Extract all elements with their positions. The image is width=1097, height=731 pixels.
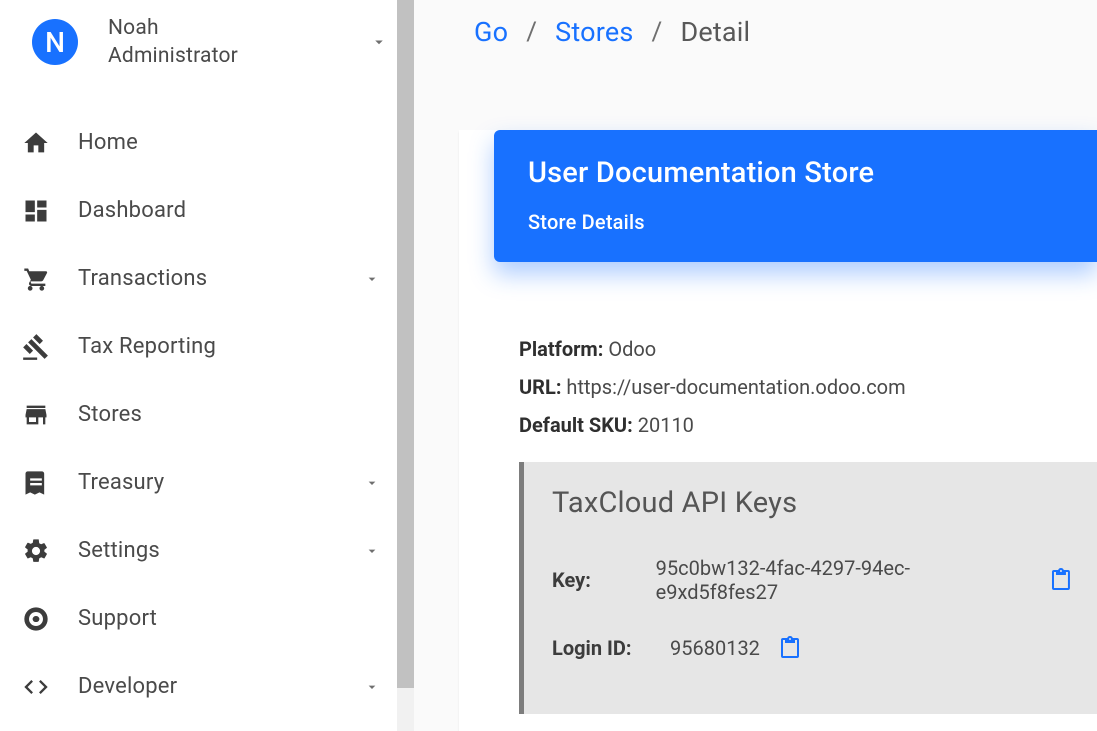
sidebar-item-label: Settings <box>78 538 364 563</box>
sidebar-item-tax-reporting[interactable]: Tax Reporting <box>0 313 414 381</box>
breadcrumb: Go / Stores / Detail <box>414 0 1097 48</box>
chevron-down-icon <box>364 679 380 695</box>
sidebar-item-label: Support <box>78 606 392 631</box>
url-value: https://user-documentation.odoo.com <box>566 375 905 399</box>
url-row: URL: https://user-documentation.odoo.com <box>519 368 1097 406</box>
breadcrumb-separator: / <box>652 17 663 47</box>
sidebar-item-stores[interactable]: Stores <box>0 381 414 449</box>
store-details: Platform: Odoo URL: https://user-documen… <box>519 330 1097 444</box>
breadcrumb-current: Detail <box>680 16 750 48</box>
api-keys-title: TaxCloud API Keys <box>552 486 1073 520</box>
login-id-value: 95680132 <box>670 636 760 660</box>
url-label: URL: <box>519 375 561 399</box>
receipt-icon <box>22 469 50 497</box>
sidebar-item-label: Home <box>78 130 392 155</box>
sidebar-item-transactions[interactable]: Transactions <box>0 245 414 313</box>
sidebar-item-settings[interactable]: Settings <box>0 517 414 585</box>
nav: Home Dashboard Transactions Tax Reportin… <box>0 81 414 721</box>
store-icon <box>22 401 50 429</box>
sidebar-item-label: Developer <box>78 674 364 699</box>
chevron-down-icon <box>370 33 388 51</box>
avatar: N <box>32 19 78 65</box>
sku-label: Default SKU: <box>519 413 633 437</box>
sidebar-scrollbar-thumb[interactable] <box>397 0 414 688</box>
clipboard-icon[interactable] <box>1049 566 1073 594</box>
platform-label: Platform: <box>519 337 603 361</box>
profile-menu[interactable]: N Noah Administrator <box>0 4 414 81</box>
gavel-icon <box>22 333 50 361</box>
card-header: User Documentation Store Store Details <box>494 130 1097 262</box>
login-id-row: Login ID: 95680132 <box>552 634 1073 662</box>
cart-icon <box>22 265 50 293</box>
dashboard-icon <box>22 197 50 225</box>
home-icon <box>22 129 50 157</box>
profile-text: Noah Administrator <box>78 14 370 71</box>
breadcrumb-stores[interactable]: Stores <box>555 16 633 48</box>
store-detail-card: User Documentation Store Store Details P… <box>459 130 1097 731</box>
clipboard-icon[interactable] <box>778 634 802 662</box>
sidebar-item-developer[interactable]: Developer <box>0 653 414 721</box>
sku-row: Default SKU: 20110 <box>519 406 1097 444</box>
sidebar-item-label: Transactions <box>78 266 364 291</box>
sidebar-item-label: Tax Reporting <box>78 334 392 359</box>
profile-role: Administrator <box>108 42 370 70</box>
chevron-down-icon <box>364 543 380 559</box>
profile-name: Noah <box>108 14 370 42</box>
main-content: Go / Stores / Detail User Documentation … <box>414 0 1097 731</box>
sidebar-item-label: Dashboard <box>78 198 392 223</box>
sidebar-item-treasury[interactable]: Treasury <box>0 449 414 517</box>
api-key-row: Key: 95c0bw132-4fac-4297-94ec-e9xd5f8fes… <box>552 556 1073 604</box>
api-key-value: 95c0bw132-4fac-4297-94ec-e9xd5f8fes27 <box>656 556 1031 604</box>
platform-value: Odoo <box>608 337 656 361</box>
support-icon <box>22 605 50 633</box>
breadcrumb-go[interactable]: Go <box>474 16 508 48</box>
platform-row: Platform: Odoo <box>519 330 1097 368</box>
sidebar-item-label: Treasury <box>78 470 364 495</box>
gear-icon <box>22 537 50 565</box>
chevron-down-icon <box>364 475 380 491</box>
api-key-label: Key: <box>552 568 648 592</box>
sidebar-item-dashboard[interactable]: Dashboard <box>0 177 414 245</box>
sku-value: 20110 <box>638 413 694 437</box>
card-title: User Documentation Store <box>528 156 1063 190</box>
api-keys-box: TaxCloud API Keys Key: 95c0bw132-4fac-42… <box>519 462 1097 714</box>
sidebar-item-support[interactable]: Support <box>0 585 414 653</box>
sidebar-item-label: Stores <box>78 402 392 427</box>
breadcrumb-separator: / <box>526 17 537 47</box>
chevron-down-icon <box>364 271 380 287</box>
code-icon <box>22 673 50 701</box>
sidebar: N Noah Administrator Home Dashboard <box>0 0 414 731</box>
card-subtitle: Store Details <box>528 210 1063 234</box>
login-id-label: Login ID: <box>552 636 662 660</box>
sidebar-item-home[interactable]: Home <box>0 109 414 177</box>
